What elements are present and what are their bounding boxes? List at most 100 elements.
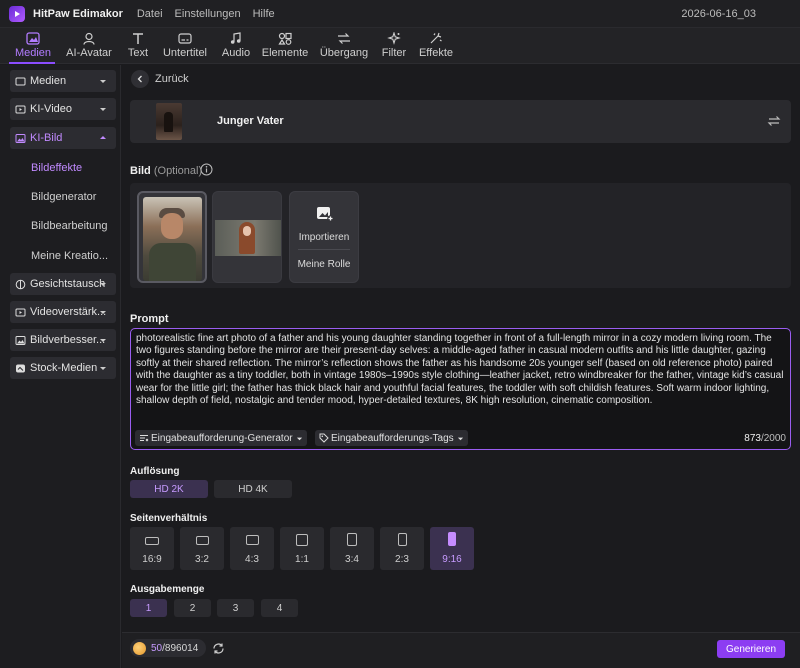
ratio-2-3-label: 2:3 — [395, 554, 409, 565]
chevron-down-icon — [100, 108, 106, 111]
ratio-9-16[interactable]: 9:16 — [430, 527, 474, 570]
sidebar-item-label: Videoverstärk... — [30, 306, 107, 318]
sidebar-item-label: Bildverbesser... — [30, 334, 106, 346]
sidebar-item-bildverbesserer[interactable]: Bildverbesser... — [10, 329, 116, 351]
sidebar-sub-bildeffekte[interactable]: Bildeffekte — [31, 162, 82, 174]
reference-image-father[interactable] — [137, 191, 207, 283]
chevron-down-icon — [100, 283, 106, 286]
swap-icon[interactable] — [767, 114, 781, 128]
face-swap-icon — [15, 279, 26, 289]
optional-label: (Optional) — [153, 165, 203, 177]
subtitle-icon — [178, 33, 192, 44]
ratio-1-1-shape — [296, 534, 308, 546]
output-amount-2[interactable]: 2 — [174, 599, 211, 617]
char-counter: 873/2000 — [744, 433, 786, 444]
output-amount-4[interactable]: 4 — [261, 599, 298, 617]
ratio-3-4-label: 3:4 — [345, 554, 359, 565]
prompt-tags-label: Eingabeaufforderungs-Tags — [331, 432, 454, 444]
prompt-label: Prompt — [130, 313, 169, 325]
tab-medien-label: Medien — [14, 47, 52, 59]
ratio-2-3-shape — [398, 533, 407, 546]
template-card[interactable]: Junger Vater — [130, 100, 791, 143]
ratio-3-2-shape — [196, 536, 209, 545]
import-divider — [298, 249, 350, 250]
image-section-label: Bild (Optional) — [130, 165, 202, 177]
prompt-generator-dropdown[interactable]: Eingabeaufforderung-Generator — [135, 430, 307, 446]
sidebar-item-medien[interactable]: Medien — [10, 70, 116, 92]
avatar-icon — [83, 32, 95, 45]
sidebar-sub-bildbearbeitung[interactable]: Bildbearbeitung — [31, 220, 107, 232]
chevron-down-icon — [296, 437, 302, 440]
menu-datei[interactable]: Datei — [137, 8, 163, 20]
image-icon — [15, 133, 26, 143]
tab-uebergang[interactable]: Übergang — [319, 29, 369, 63]
tab-uebergang-label: Übergang — [319, 47, 369, 59]
ratio-16-9-shape — [145, 537, 159, 545]
ratio-16-9-label: 16:9 — [142, 554, 162, 565]
tab-audio-label: Audio — [221, 47, 251, 59]
sidebar-sub-meine-kreationen[interactable]: Meine Kreatio... — [31, 250, 108, 262]
ratio-16-9[interactable]: 16:9 — [130, 527, 174, 570]
sidebar-item-gesichtstausch[interactable]: Gesichtstausch — [10, 273, 116, 295]
sidebar-sub-bildgenerator[interactable]: Bildgenerator — [31, 191, 96, 203]
chevron-down-icon — [100, 80, 106, 83]
ratio-3-2[interactable]: 3:2 — [180, 527, 224, 570]
prompt-text[interactable]: photorealistic fine art photo of a fathe… — [136, 333, 786, 407]
app-logo-icon — [9, 5, 25, 22]
tab-elemente[interactable]: Elemente — [262, 29, 308, 63]
import-button[interactable]: Importieren Meine Rolle — [289, 191, 359, 283]
generate-button[interactable]: Generieren — [717, 640, 785, 658]
ratio-4-3-label: 4:3 — [245, 554, 259, 565]
reference-image-girl[interactable] — [212, 191, 282, 283]
tab-untertitel[interactable]: Untertitel — [161, 29, 209, 63]
sidebar-item-ki-video[interactable]: KI-Video — [10, 98, 116, 120]
ratio-2-3[interactable]: 2:3 — [380, 527, 424, 570]
text-icon — [133, 33, 143, 44]
char-count-max: /2000 — [760, 433, 786, 444]
output-amount-1[interactable]: 1 — [130, 599, 167, 617]
tab-effekte-label: Effekte — [418, 47, 454, 59]
media-icon — [26, 32, 40, 45]
chevron-up-icon — [100, 136, 106, 139]
my-role-button[interactable]: Meine Rolle — [290, 259, 358, 270]
stock-icon — [16, 364, 25, 372]
resolution-hd-4k[interactable]: HD 4K — [214, 480, 292, 498]
list-icon — [140, 435, 149, 442]
output-amount-3[interactable]: 3 — [217, 599, 254, 617]
tab-text[interactable]: Text — [126, 29, 150, 63]
title-bar: HitPaw Edimakor Datei Einstellungen Hilf… — [0, 0, 800, 28]
menu-einstellungen[interactable]: Einstellungen — [175, 8, 241, 20]
video-icon — [15, 105, 26, 113]
prompt-textarea[interactable]: photorealistic fine art photo of a fathe… — [130, 328, 791, 450]
back-label[interactable]: Zurück — [155, 73, 189, 85]
tab-medien[interactable]: Medien — [11, 29, 55, 63]
resolution-hd-2k[interactable]: HD 2K — [130, 480, 208, 498]
tab-ai-avatar[interactable]: AI-Avatar — [64, 29, 114, 63]
ratio-9-16-shape — [448, 532, 456, 546]
sidebar-item-videoverstaerker[interactable]: Videoverstärk... — [10, 301, 116, 323]
tab-effekte[interactable]: Effekte — [418, 29, 454, 63]
ratio-4-3[interactable]: 4:3 — [230, 527, 274, 570]
prompt-tags-dropdown[interactable]: Eingabeaufforderungs-Tags — [315, 430, 468, 446]
ratio-1-1[interactable]: 1:1 — [280, 527, 324, 570]
back-button[interactable] — [131, 70, 149, 88]
chevron-down-icon — [100, 339, 106, 342]
info-icon[interactable] — [200, 163, 213, 176]
ratio-3-4[interactable]: 3:4 — [330, 527, 374, 570]
tab-untertitel-label: Untertitel — [162, 47, 208, 59]
image-selection-panel: Importieren Meine Rolle — [130, 183, 791, 288]
effects-icon — [430, 32, 442, 44]
refresh-icon[interactable] — [212, 642, 225, 655]
resolution-label: Auflösung — [130, 466, 180, 477]
char-count-current: 873 — [744, 433, 761, 444]
elements-icon — [278, 32, 292, 45]
sidebar-item-label: KI-Video — [30, 103, 72, 115]
tab-text-label: Text — [127, 47, 149, 59]
sidebar-item-label: Gesichtstausch — [30, 278, 106, 290]
sidebar-item-ki-bild[interactable]: KI-Bild — [10, 127, 116, 149]
menu-hilfe[interactable]: Hilfe — [253, 8, 275, 20]
tab-filter[interactable]: Filter — [381, 29, 407, 63]
credits-display: 50/896014 — [130, 639, 206, 657]
sidebar-item-stock-medien[interactable]: Stock-Medien — [10, 357, 116, 379]
tab-audio[interactable]: Audio — [221, 29, 251, 63]
